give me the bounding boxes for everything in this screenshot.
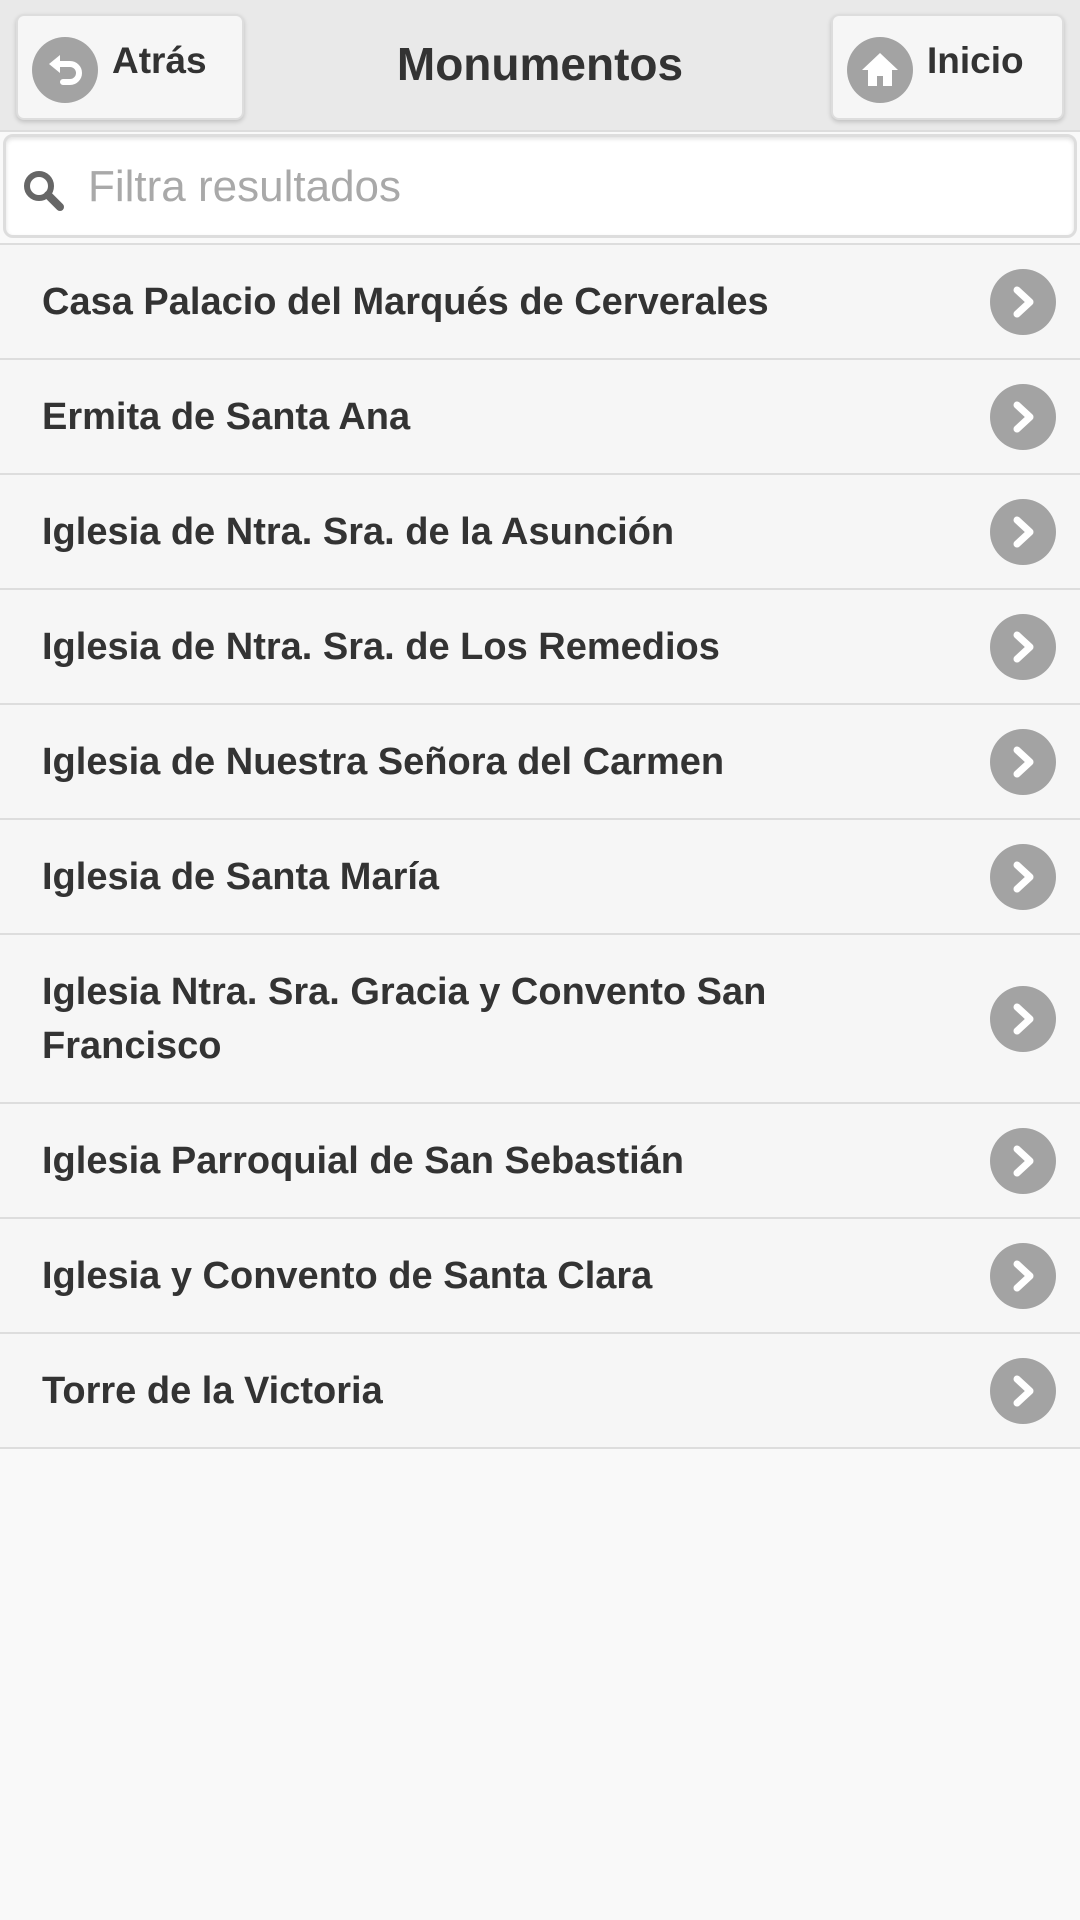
- chevron-right-icon: [990, 268, 1056, 335]
- search-bar: [0, 132, 1080, 242]
- list-item-label: Torre de la Victoria: [42, 1369, 383, 1412]
- chevron-right-icon: [990, 383, 1056, 450]
- list-item-label: Ermita de Santa Ana: [42, 395, 411, 438]
- list-item-label: Iglesia Ntra. Sra. Gracia y Convento San…: [42, 970, 767, 1067]
- list-item[interactable]: Iglesia Ntra. Sra. Gracia y Convento San…: [0, 935, 1080, 1104]
- list-item[interactable]: Iglesia de Nuestra Señora del Carmen: [0, 705, 1080, 820]
- search-field[interactable]: [3, 134, 1077, 238]
- chevron-right-icon: [990, 985, 1056, 1052]
- chevron-right-icon: [990, 843, 1056, 910]
- list-item-label: Casa Palacio del Marqués de Cerverales: [42, 280, 769, 323]
- back-icon: [32, 37, 98, 103]
- back-button-label: Atrás: [112, 40, 207, 81]
- home-button-label: Inicio: [927, 40, 1024, 81]
- chevron-right-icon: [990, 1242, 1056, 1309]
- list-item[interactable]: Iglesia de Santa María: [0, 820, 1080, 935]
- page-title: Monumentos: [396, 38, 684, 90]
- list-item[interactable]: Iglesia y Convento de Santa Clara: [0, 1219, 1080, 1334]
- home-button[interactable]: Inicio: [831, 14, 1064, 120]
- list-item[interactable]: Casa Palacio del Marqués de Cerverales: [0, 245, 1080, 360]
- list-item[interactable]: Torre de la Victoria: [0, 1334, 1080, 1449]
- home-icon: [847, 37, 913, 103]
- list-item[interactable]: Ermita de Santa Ana: [0, 360, 1080, 475]
- search-icon: [20, 167, 66, 213]
- search-input[interactable]: [88, 147, 1048, 227]
- monument-list: Casa Palacio del Marqués de Cerverales Er…: [0, 243, 1080, 1449]
- list-item-label: Iglesia de Ntra. Sra. de Los Remedios: [42, 625, 720, 668]
- list-item[interactable]: Iglesia Parroquial de San Sebastián: [0, 1104, 1080, 1219]
- list-item[interactable]: Iglesia de Ntra. Sra. de Los Remedios: [0, 590, 1080, 705]
- back-button[interactable]: Atrás: [16, 14, 244, 120]
- chevron-right-icon: [990, 728, 1056, 795]
- chevron-right-icon: [990, 1357, 1056, 1424]
- list-item[interactable]: Iglesia de Ntra. Sra. de la Asunción: [0, 475, 1080, 590]
- list-item-label: Iglesia de Santa María: [42, 855, 440, 898]
- list-item-label: Iglesia y Convento de Santa Clara: [42, 1254, 653, 1297]
- chevron-right-icon: [990, 613, 1056, 680]
- header-bar: Atrás Monumentos Inicio: [0, 0, 1080, 132]
- chevron-right-icon: [990, 1127, 1056, 1194]
- chevron-right-icon: [990, 498, 1056, 565]
- list-item-label: Iglesia de Ntra. Sra. de la Asunción: [42, 510, 675, 553]
- list-item-label: Iglesia de Nuestra Señora del Carmen: [42, 740, 725, 783]
- list-item-label: Iglesia Parroquial de San Sebastián: [42, 1139, 685, 1182]
